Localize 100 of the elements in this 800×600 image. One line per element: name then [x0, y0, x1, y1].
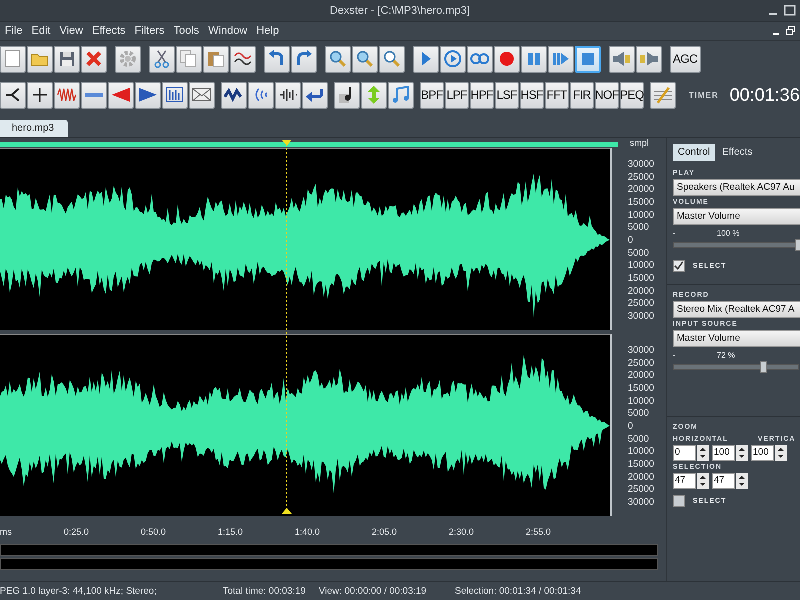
- silence-button[interactable]: [81, 82, 107, 108]
- effect-button[interactable]: [221, 82, 247, 108]
- transport-button[interactable]: [467, 46, 493, 72]
- open-button[interactable]: [27, 46, 53, 72]
- bars-icon: [166, 87, 184, 103]
- spin-arrows-icon[interactable]: [697, 473, 709, 489]
- fade-out-button[interactable]: [135, 82, 161, 108]
- menu-item[interactable]: Effects: [92, 25, 126, 37]
- menu-item[interactable]: Tools: [174, 25, 200, 37]
- agc-button[interactable]: AGC: [670, 46, 701, 72]
- input-slider[interactable]: [673, 364, 799, 370]
- device-dropdown[interactable]: Speakers (Realtek AC97 Au: [673, 179, 800, 196]
- filter-button[interactable]: LSF: [495, 82, 519, 108]
- normalize-button[interactable]: [162, 82, 188, 108]
- copy-button[interactable]: [176, 46, 202, 72]
- device-dropdown[interactable]: Stereo Mix (Realtek AC97 A: [673, 301, 800, 318]
- menu-item[interactable]: File: [5, 25, 23, 37]
- volume-dropdown[interactable]: Master Volume: [673, 208, 800, 225]
- panel-tab[interactable]: Effects: [717, 144, 758, 161]
- filter-button[interactable]: NOF: [595, 82, 619, 108]
- menu-item[interactable]: Help: [256, 25, 280, 37]
- transport-button[interactable]: [548, 46, 574, 72]
- zoom-fit-button[interactable]: [379, 46, 405, 72]
- fade-in-button[interactable]: [108, 82, 134, 108]
- mix-button[interactable]: [230, 46, 256, 72]
- filter-button[interactable]: BPF: [420, 82, 444, 108]
- amplitude-label: 15000: [627, 274, 656, 284]
- input-dropdown[interactable]: Master Volume: [673, 330, 800, 347]
- music-button[interactable]: [388, 82, 414, 108]
- playhead-marker[interactable]: [281, 140, 293, 514]
- filter-button[interactable]: FFT: [545, 82, 569, 108]
- spin-arrows-icon[interactable]: [736, 445, 748, 461]
- filter-button[interactable]: LPF: [445, 82, 469, 108]
- volume-slider[interactable]: [673, 242, 799, 248]
- filter-button[interactable]: HSF: [520, 82, 544, 108]
- copy-icon: [180, 50, 198, 68]
- envelope-icon: [192, 88, 212, 102]
- zoom-out-button[interactable]: [352, 46, 378, 72]
- marker-button[interactable]: [27, 82, 53, 108]
- menu-item[interactable]: Edit: [32, 25, 51, 37]
- reverse-button[interactable]: [302, 82, 328, 108]
- slider-thumb[interactable]: [795, 239, 800, 251]
- spin-arrows-icon[interactable]: [736, 473, 748, 489]
- transport-button[interactable]: [521, 46, 547, 72]
- transport-button[interactable]: [440, 46, 466, 72]
- panel-tab[interactable]: Control: [673, 144, 716, 161]
- edit-button[interactable]: [650, 82, 676, 108]
- spin-arrows-icon[interactable]: [697, 445, 709, 461]
- amplitude-label: 20000: [627, 472, 656, 483]
- pitch-button[interactable]: [334, 82, 360, 108]
- filter-button[interactable]: HPF: [470, 82, 494, 108]
- status-text: PEG 1.0 layer-3: 44,100 kHz; Stereo;: [0, 586, 158, 596]
- split-button[interactable]: [0, 82, 26, 108]
- menu-item[interactable]: Window: [208, 25, 248, 37]
- undo-button[interactable]: [264, 46, 290, 72]
- amplitude-label: 10000: [627, 210, 656, 221]
- new-file-button[interactable]: [0, 46, 26, 72]
- speaker-button[interactable]: [636, 46, 662, 72]
- status-text: Total time: 00:03:19: [223, 586, 307, 596]
- redo-button[interactable]: [291, 46, 317, 72]
- amplitude-label: 20000: [627, 185, 656, 196]
- time-label: 2:30.0: [448, 527, 476, 537]
- cut-button[interactable]: [149, 46, 175, 72]
- zoom-in-button[interactable]: [325, 46, 351, 72]
- speaker-button[interactable]: [609, 46, 635, 72]
- menu-item[interactable]: View: [60, 25, 84, 37]
- music-note-icon: [392, 86, 410, 104]
- amplitude-label: 0: [627, 422, 634, 432]
- amplitude-label: 10000: [627, 447, 656, 458]
- distort-button[interactable]: [275, 82, 301, 108]
- document-tab[interactable]: hero.mp3: [0, 120, 68, 137]
- transport-button[interactable]: [575, 46, 601, 72]
- menu-item[interactable]: Filters: [134, 25, 165, 37]
- filter-button[interactable]: PEQ: [620, 82, 644, 108]
- paste-button[interactable]: [203, 46, 229, 72]
- mail-button[interactable]: [189, 82, 215, 108]
- close-button[interactable]: [81, 46, 107, 72]
- select-checkbox[interactable]: [673, 260, 685, 272]
- transport-button[interactable]: [413, 46, 439, 72]
- select-checkbox[interactable]: [673, 495, 685, 507]
- fork-icon: [5, 87, 21, 103]
- filter-button[interactable]: FIR: [570, 82, 594, 108]
- volume-reading: 100 %: [717, 229, 740, 238]
- status-text: View: 00:00:00 / 00:03:19: [319, 586, 428, 596]
- timer-display: 00:01:36: [730, 84, 800, 106]
- spin-arrows-icon[interactable]: [775, 445, 787, 461]
- wave-lines-icon: [234, 51, 252, 67]
- save-button[interactable]: [54, 46, 80, 72]
- speaker-icon: [639, 51, 659, 67]
- echo-button[interactable]: [248, 82, 274, 108]
- play-circle-icon: [444, 50, 462, 68]
- stretch-button[interactable]: [361, 82, 387, 108]
- maximize-icon[interactable]: [784, 5, 796, 16]
- restore-icon[interactable]: [786, 26, 796, 36]
- settings-button[interactable]: [115, 46, 141, 72]
- amplitude-label: 30000: [627, 498, 656, 508]
- transport-button[interactable]: [494, 46, 520, 72]
- noise-button[interactable]: [54, 82, 80, 108]
- fade-wave-icon: [111, 87, 131, 103]
- slider-thumb[interactable]: [760, 361, 768, 373]
